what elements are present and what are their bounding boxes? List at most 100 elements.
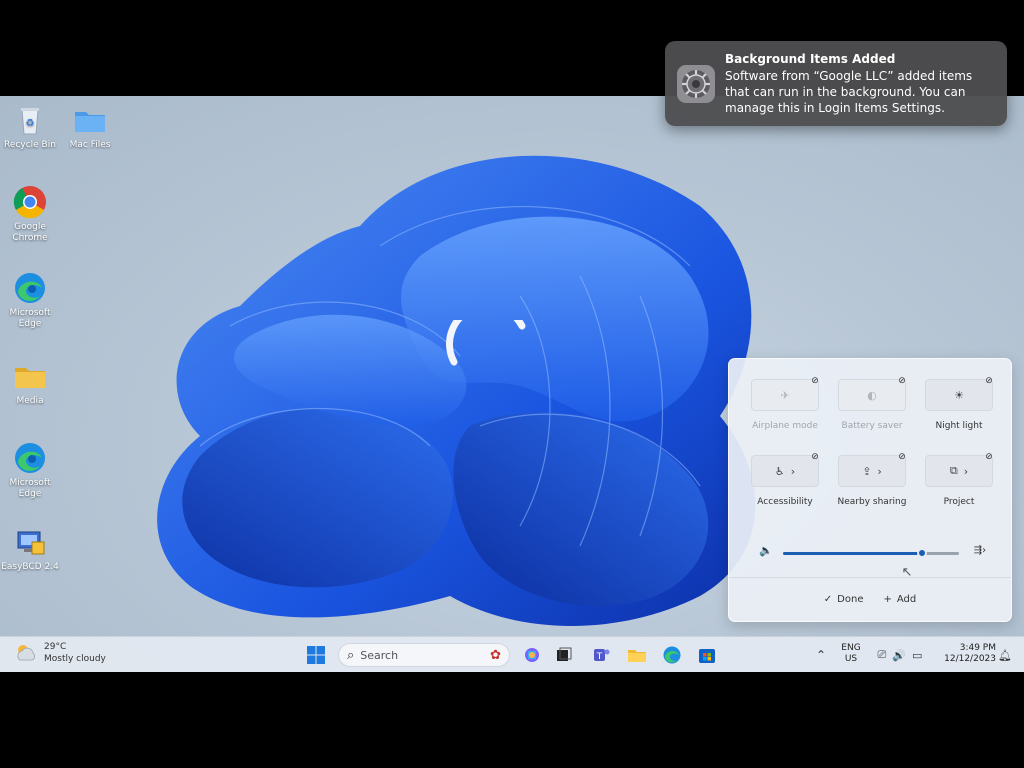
background-items-notification[interactable]: Background Items Added Software from “Go… — [665, 41, 1007, 126]
clock-date: 12/12/2023 — [944, 654, 996, 664]
volume-slider[interactable] — [783, 548, 959, 558]
quick-tile-label: Battery saver — [841, 421, 903, 431]
svg-text:♻: ♻ — [26, 118, 35, 129]
folder-icon — [12, 358, 48, 394]
stage: ♻ Recycle Bin Mac Files Google Chrome Mi… — [0, 0, 1024, 768]
unpin-icon[interactable]: ⊘ — [896, 375, 908, 387]
battery-icon: ◐ — [867, 388, 877, 402]
desktop-icon-label: EasyBCD 2.4 — [1, 562, 59, 572]
share-icon: ⇪ — [862, 464, 872, 478]
gear-settings-icon — [677, 65, 715, 103]
desktop-icon-media[interactable]: Media — [0, 358, 60, 407]
notification-bell-button[interactable]: 🔔︎ — [994, 644, 1016, 666]
folder-icon — [72, 102, 108, 138]
taskbar-copilot[interactable] — [521, 644, 543, 666]
check-icon: ✓ — [823, 594, 833, 605]
unpin-icon[interactable]: ⊘ — [896, 451, 908, 463]
desktop-icon-microsoft-edge[interactable]: Microsoft Edge — [0, 270, 60, 330]
audio-output-icon[interactable]: ⇶› — [969, 545, 991, 557]
chevron-up-icon: ⌃ — [815, 648, 827, 662]
accessibility-icon: ♿ — [774, 464, 785, 478]
clock[interactable]: 3:49 PM 12/12/2023 — [934, 643, 996, 665]
desktop-icon-easybcd[interactable]: EasyBCD 2.4 — [0, 524, 60, 573]
show-hidden-icons-button[interactable]: ⌃ — [810, 644, 832, 666]
desktop-screen: ♻ Recycle Bin Mac Files Google Chrome Mi… — [0, 96, 1024, 672]
copilot-icon — [525, 648, 539, 662]
file-explorer-icon — [628, 650, 646, 662]
loading-spinner-icon — [446, 320, 526, 366]
edge-icon — [663, 646, 681, 664]
quick-tile-label: Accessibility — [757, 497, 813, 507]
search-icon: ⌕ — [347, 647, 355, 663]
start-button[interactable] — [305, 644, 327, 666]
desktop-icon-label: Microsoft Edge — [9, 478, 51, 499]
weather-temperature: 29°C — [44, 642, 67, 652]
search-highlight-icon: ✿ — [490, 647, 501, 663]
recycle-bin-icon: ♻ — [12, 102, 48, 138]
done-button-label: Done — [837, 594, 864, 605]
svg-text:T: T — [596, 652, 603, 662]
edge-icon — [12, 270, 48, 306]
desktop-icon-label: Media — [16, 396, 44, 406]
taskbar-search-box[interactable]: ⌕ Search ✿ — [338, 643, 510, 667]
volume-icon[interactable]: 🔈 — [759, 545, 773, 557]
language-code: ENG — [841, 643, 861, 653]
desktop-icon-google-chrome[interactable]: Google Chrome — [0, 184, 60, 244]
taskbar-file-explorer[interactable] — [626, 644, 648, 666]
unpin-icon[interactable]: ⊘ — [983, 451, 995, 463]
desktop-icon-label: Recycle Bin — [4, 140, 56, 150]
airplane-icon: ✈ — [780, 388, 790, 402]
language-region: US — [844, 654, 858, 664]
microsoft-store-icon — [699, 649, 715, 663]
battery-icon: ▭ — [912, 648, 923, 662]
edge-icon — [12, 440, 48, 476]
quick-tile-label: Nearby sharing — [837, 497, 907, 507]
add-button[interactable]: + Add — [883, 594, 916, 605]
quick-tile-label: Project — [943, 497, 975, 507]
night-light-icon: ☀ — [954, 388, 964, 402]
desktop-icon-mac-files[interactable]: Mac Files — [60, 102, 120, 151]
chevron-right-icon: › — [790, 464, 796, 478]
desktop-icon-label: Mac Files — [69, 140, 111, 150]
volume-slider-fill — [783, 552, 923, 555]
task-view-icon — [557, 647, 572, 661]
unpin-icon[interactable]: ⊘ — [983, 375, 995, 387]
volume-slider-thumb[interactable] — [917, 548, 928, 558]
language-indicator[interactable]: ENG US — [836, 643, 866, 665]
notification-body: Software from “Google LLC” added items t… — [725, 69, 973, 115]
weather-description: Mostly cloudy — [44, 654, 106, 664]
quick-tile-label: Airplane mode — [752, 421, 818, 431]
weather-widget[interactable]: 29°C Mostly cloudy — [14, 641, 106, 665]
bell-icon: 🔔︎ — [998, 648, 1012, 662]
desktop-icon-microsoft-edge-2[interactable]: Microsoft Edge — [0, 440, 60, 500]
chevron-right-icon: › — [877, 464, 882, 478]
chevron-right-icon: › — [963, 464, 969, 478]
taskbar-teams[interactable]: T — [590, 644, 612, 666]
desktop-icon-recycle-bin[interactable]: ♻ Recycle Bin — [0, 102, 60, 151]
network-icon: ⎚ — [877, 648, 887, 661]
search-placeholder: Search — [360, 648, 399, 662]
notification-title: Background Items Added — [725, 52, 896, 66]
windows-logo-icon — [307, 646, 325, 664]
teams-icon: T — [594, 649, 610, 662]
desktop-icon-label: Google Chrome — [12, 222, 48, 243]
quick-tile-label: Night light — [935, 421, 983, 431]
quick-settings-footer: ✓ Done + Add — [729, 577, 1011, 621]
clock-time: 3:49 PM — [959, 643, 996, 653]
taskbar-store[interactable] — [696, 644, 718, 666]
easybcd-icon — [12, 524, 48, 560]
project-icon: ⧉ — [949, 464, 958, 477]
taskbar: 29°C Mostly cloudy ⌕ Search ✿ T ⌃ ENG US… — [0, 636, 1024, 672]
plus-icon: + — [883, 594, 892, 605]
taskbar-task-view[interactable] — [553, 644, 575, 666]
quick-settings-panel: ✈ ⊘ Airplane mode ◐ ⊘ Battery saver ☀ ⊘ Night li… — [728, 358, 1012, 622]
done-button[interactable]: ✓ Done — [824, 594, 864, 605]
unpin-icon[interactable]: ⊘ — [809, 451, 821, 463]
unpin-icon[interactable]: ⊘ — [809, 375, 821, 387]
add-button-label: Add — [896, 594, 917, 605]
taskbar-edge[interactable] — [661, 644, 683, 666]
desktop-icon-label: Microsoft Edge — [9, 308, 51, 329]
cloudy-weather-icon — [17, 645, 36, 661]
chrome-icon — [12, 184, 48, 220]
tray-status-group[interactable]: ⎚ 🔊 ▭ — [870, 644, 930, 666]
